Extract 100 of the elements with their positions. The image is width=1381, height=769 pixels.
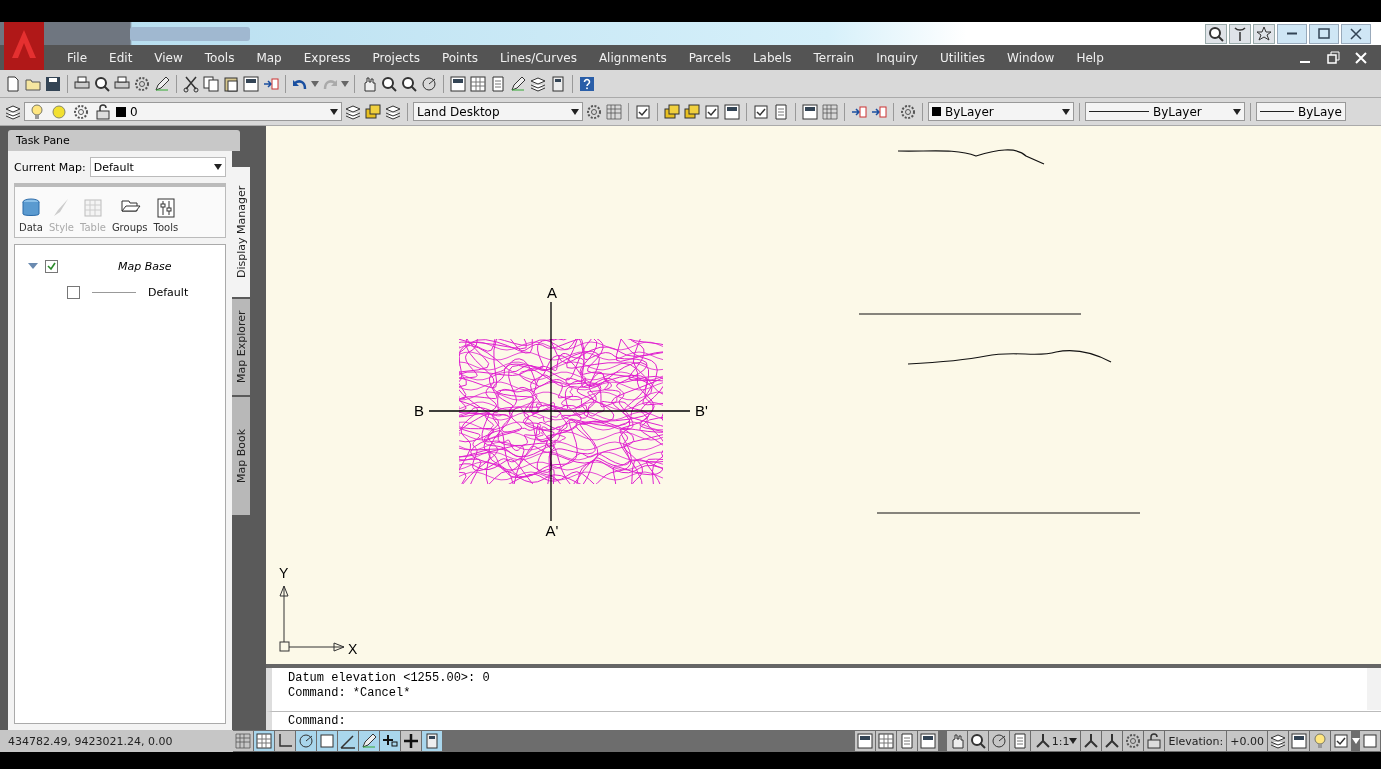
checkbox[interactable] bbox=[45, 259, 58, 273]
search-icon[interactable] bbox=[968, 732, 987, 750]
group-label[interactable]: Map Base bbox=[118, 259, 172, 273]
pen-icon[interactable] bbox=[509, 74, 527, 93]
layers-icon[interactable] bbox=[529, 74, 547, 93]
caret-icon[interactable] bbox=[1062, 108, 1070, 115]
toggle-button[interactable] bbox=[338, 731, 358, 751]
checklist-icon[interactable] bbox=[1332, 732, 1350, 750]
new-file-icon[interactable] bbox=[4, 74, 22, 93]
menu-item[interactable]: Alignments bbox=[587, 50, 678, 65]
checkbox[interactable] bbox=[67, 285, 80, 299]
toggle-button[interactable] bbox=[275, 731, 295, 751]
layers-icon[interactable] bbox=[344, 102, 362, 121]
document-icon[interactable] bbox=[772, 102, 790, 121]
window-icon[interactable] bbox=[918, 732, 937, 750]
toggle-button[interactable] bbox=[359, 731, 379, 751]
current-map-dropdown[interactable]: Default bbox=[89, 157, 226, 177]
window-icon[interactable] bbox=[1290, 732, 1308, 750]
menu-item[interactable]: Window bbox=[996, 50, 1066, 65]
caret-icon[interactable] bbox=[1233, 108, 1241, 115]
toggle-button[interactable] bbox=[254, 731, 274, 751]
menu-item[interactable]: Tools bbox=[193, 50, 246, 65]
menu-item[interactable]: Express bbox=[292, 50, 362, 65]
toolbar-button[interactable] bbox=[1229, 23, 1251, 44]
maximize-button[interactable] bbox=[1309, 23, 1339, 44]
window-icon[interactable] bbox=[801, 102, 819, 121]
layer-label[interactable]: Default bbox=[148, 285, 189, 299]
polar-icon[interactable] bbox=[420, 74, 438, 93]
layers-icon[interactable] bbox=[4, 102, 22, 121]
window-icon[interactable] bbox=[449, 74, 467, 93]
grid-icon[interactable] bbox=[876, 732, 895, 750]
layers-icon[interactable] bbox=[1269, 732, 1287, 750]
caret-icon[interactable] bbox=[214, 164, 222, 170]
menu-item[interactable]: Parcels bbox=[677, 50, 742, 65]
toggle-button[interactable] bbox=[233, 731, 253, 751]
layers-icon[interactable] bbox=[384, 102, 402, 121]
window-icon[interactable] bbox=[723, 102, 741, 121]
lineweight-dropdown[interactable]: ByLaye bbox=[1256, 102, 1346, 121]
gear-icon[interactable] bbox=[899, 102, 917, 121]
calculator-icon[interactable] bbox=[549, 74, 567, 93]
toggle-button[interactable] bbox=[401, 731, 421, 751]
side-tab[interactable]: Map Explorer bbox=[232, 299, 250, 395]
grid-icon[interactable] bbox=[469, 74, 487, 93]
gear-icon[interactable] bbox=[585, 102, 603, 121]
menu-item[interactable]: Projects bbox=[361, 50, 431, 65]
side-tab[interactable]: Map Book bbox=[232, 397, 250, 515]
stack-icon[interactable] bbox=[364, 102, 382, 121]
menu-item[interactable]: Terrain bbox=[802, 50, 866, 65]
workspace-dropdown[interactable]: Land Desktop bbox=[413, 102, 583, 121]
window-icon[interactable] bbox=[242, 74, 260, 93]
linetype-dropdown[interactable]: ByLayer bbox=[1085, 102, 1245, 121]
menu-item[interactable]: Edit bbox=[98, 50, 144, 65]
caret-icon[interactable] bbox=[571, 108, 579, 115]
lock-icon[interactable] bbox=[1145, 732, 1164, 750]
side-tab[interactable]: Display Manager bbox=[232, 167, 250, 297]
tool-button[interactable]: Tools bbox=[153, 197, 179, 233]
toggle-button[interactable] bbox=[317, 731, 337, 751]
checklist-icon[interactable] bbox=[634, 102, 652, 121]
checklist-icon[interactable] bbox=[703, 102, 721, 121]
gear-icon[interactable] bbox=[133, 74, 151, 93]
tool-button[interactable]: Groups bbox=[111, 197, 148, 233]
menu-item[interactable]: Labels bbox=[741, 50, 803, 65]
toggle-button[interactable] bbox=[296, 731, 316, 751]
menu-item[interactable]: Utilities bbox=[928, 50, 997, 65]
save-icon[interactable] bbox=[44, 74, 62, 93]
caret-icon[interactable] bbox=[330, 108, 338, 115]
grid-icon[interactable] bbox=[605, 102, 623, 121]
square-icon[interactable] bbox=[1361, 732, 1379, 750]
menu-item[interactable]: View bbox=[143, 50, 194, 65]
close-button[interactable] bbox=[1341, 23, 1371, 44]
color-dropdown[interactable]: ByLayer bbox=[928, 102, 1074, 121]
menu-item[interactable]: Map bbox=[245, 50, 293, 65]
search-icon[interactable] bbox=[380, 74, 398, 93]
menu-item[interactable]: File bbox=[56, 50, 99, 65]
search-icon[interactable] bbox=[93, 74, 111, 93]
scissors-icon[interactable] bbox=[182, 74, 200, 93]
copy-icon[interactable] bbox=[202, 74, 220, 93]
caret-icon[interactable] bbox=[1069, 738, 1078, 744]
stack-icon[interactable] bbox=[663, 102, 681, 121]
toggle-button[interactable] bbox=[380, 731, 400, 751]
toolbar-button[interactable] bbox=[1253, 23, 1275, 44]
help-icon[interactable] bbox=[578, 74, 596, 93]
annotation-scale[interactable]: 1:1 bbox=[1030, 731, 1081, 751]
scroll-bar[interactable] bbox=[1367, 668, 1381, 710]
stack-icon[interactable] bbox=[683, 102, 701, 121]
menu-item[interactable]: Help bbox=[1065, 50, 1115, 65]
document-icon[interactable] bbox=[489, 74, 507, 93]
close-icon[interactable] bbox=[1353, 49, 1369, 66]
toggle-button[interactable] bbox=[422, 731, 442, 751]
restore-icon[interactable] bbox=[1325, 49, 1341, 66]
window-icon[interactable] bbox=[855, 732, 874, 750]
gear-icon[interactable] bbox=[1124, 732, 1143, 750]
pen-icon[interactable] bbox=[153, 74, 171, 93]
tool-button[interactable]: Data bbox=[19, 197, 43, 233]
search-icon[interactable] bbox=[400, 74, 418, 93]
polar-icon[interactable] bbox=[989, 732, 1008, 750]
menu-item[interactable]: Points bbox=[430, 50, 489, 65]
toolbar-button[interactable] bbox=[1205, 23, 1227, 44]
menu-item[interactable]: Lines/Curves bbox=[488, 50, 588, 65]
layer-dropdown[interactable]: 0 bbox=[24, 102, 342, 121]
